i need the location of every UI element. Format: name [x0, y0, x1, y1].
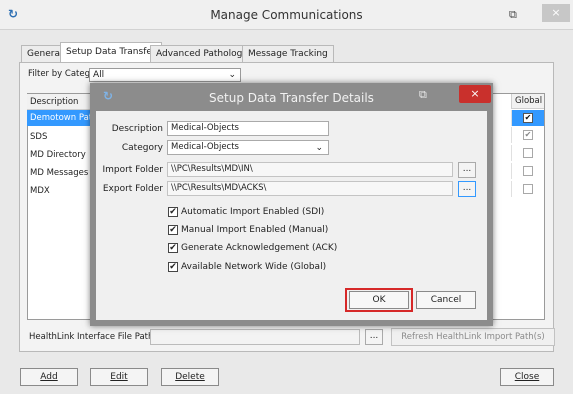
- add-button-label: Add: [40, 372, 58, 382]
- global-checkbox[interactable]: [523, 166, 533, 176]
- filter-category-select[interactable]: All ⌄: [89, 68, 241, 82]
- generate-ack-label: Generate Acknowledgement (ACK): [181, 243, 338, 253]
- global-cell[interactable]: [511, 145, 544, 161]
- description-label: Description: [111, 124, 163, 134]
- global-cell[interactable]: ✔: [511, 110, 544, 126]
- manual-import-checkbox[interactable]: ✔ Manual Import Enabled (Manual): [168, 225, 328, 237]
- filter-value: All: [93, 70, 105, 80]
- global-cell[interactable]: [511, 163, 544, 179]
- import-browse-button[interactable]: ...: [458, 162, 476, 178]
- dialog-title-bar: ↻ Setup Data Transfer Details ⧉: [90, 83, 493, 111]
- chevron-down-icon: ⌄: [228, 70, 236, 80]
- auto-import-checkbox[interactable]: ✔ Automatic Import Enabled (SDI): [168, 207, 324, 219]
- refresh-healthlink-button[interactable]: Refresh HealthLink Import Path(s): [391, 328, 555, 346]
- edit-button-label: Edit: [110, 372, 128, 382]
- tab-advanced-pathology[interactable]: Advanced Pathology: [150, 45, 254, 63]
- delete-button[interactable]: Delete: [161, 368, 219, 386]
- column-header-global[interactable]: Global: [511, 94, 544, 109]
- manual-import-label: Manual Import Enabled (Manual): [181, 225, 329, 235]
- window-close-button[interactable]: ×: [542, 4, 570, 22]
- checkbox-mark: ✔: [168, 243, 178, 253]
- dialog-restore-icon[interactable]: ⧉: [419, 88, 427, 102]
- import-folder-input[interactable]: \\PC\Results\MD\IN\: [167, 162, 453, 177]
- healthlink-path-input[interactable]: [150, 329, 360, 345]
- global-checkbox[interactable]: ✔: [523, 130, 533, 140]
- global-checkbox[interactable]: ✔: [523, 113, 533, 123]
- export-folder-input[interactable]: \\PC\Results\MD\ACKS\: [167, 181, 453, 196]
- network-wide-checkbox[interactable]: ✔ Available Network Wide (Global): [168, 262, 326, 274]
- import-folder-label: Import Folder: [102, 165, 163, 175]
- restore-icon[interactable]: ⧉: [509, 8, 517, 22]
- edit-button[interactable]: Edit: [90, 368, 148, 386]
- delete-button-label: Delete: [175, 372, 205, 382]
- ok-button[interactable]: OK: [349, 291, 409, 309]
- generate-ack-checkbox[interactable]: ✔ Generate Acknowledgement (ACK): [168, 243, 337, 255]
- healthlink-path-label: HealthLink Interface File Path: [29, 332, 154, 342]
- tab-message-tracking[interactable]: Message Tracking: [242, 45, 334, 63]
- export-folder-label: Export Folder: [102, 184, 163, 194]
- category-value: Medical-Objects: [171, 142, 239, 152]
- window-title: Manage Communications: [210, 8, 363, 22]
- global-cell[interactable]: ✔: [511, 127, 544, 143]
- tab-setup-data-transfer[interactable]: Setup Data Transfer: [60, 42, 162, 63]
- close-button-label: Close: [514, 372, 540, 382]
- dialog-title: Setup Data Transfer Details: [209, 91, 374, 105]
- checkbox-mark: ✔: [168, 262, 178, 272]
- category-label: Category: [121, 143, 163, 153]
- healthlink-browse-button[interactable]: ...: [365, 329, 383, 345]
- description-input[interactable]: Medical-Objects: [167, 121, 329, 136]
- global-checkbox[interactable]: [523, 184, 533, 194]
- add-button[interactable]: Add: [20, 368, 78, 386]
- close-button[interactable]: Close: [500, 368, 554, 386]
- global-cell[interactable]: [511, 181, 544, 197]
- category-select[interactable]: Medical-Objects ⌄: [167, 140, 329, 155]
- checkbox-mark: ✔: [168, 225, 178, 235]
- main-title-bar: ↻ Manage Communications ⧉ ×: [0, 0, 573, 30]
- dialog-close-button[interactable]: ×: [459, 85, 491, 103]
- network-wide-label: Available Network Wide (Global): [181, 262, 327, 272]
- chevron-down-icon: ⌄: [315, 143, 323, 153]
- auto-import-label: Automatic Import Enabled (SDI): [181, 207, 325, 217]
- cancel-button[interactable]: Cancel: [416, 291, 476, 309]
- export-browse-button[interactable]: ...: [458, 181, 476, 197]
- global-checkbox[interactable]: [523, 148, 533, 158]
- checkbox-mark: ✔: [168, 207, 178, 217]
